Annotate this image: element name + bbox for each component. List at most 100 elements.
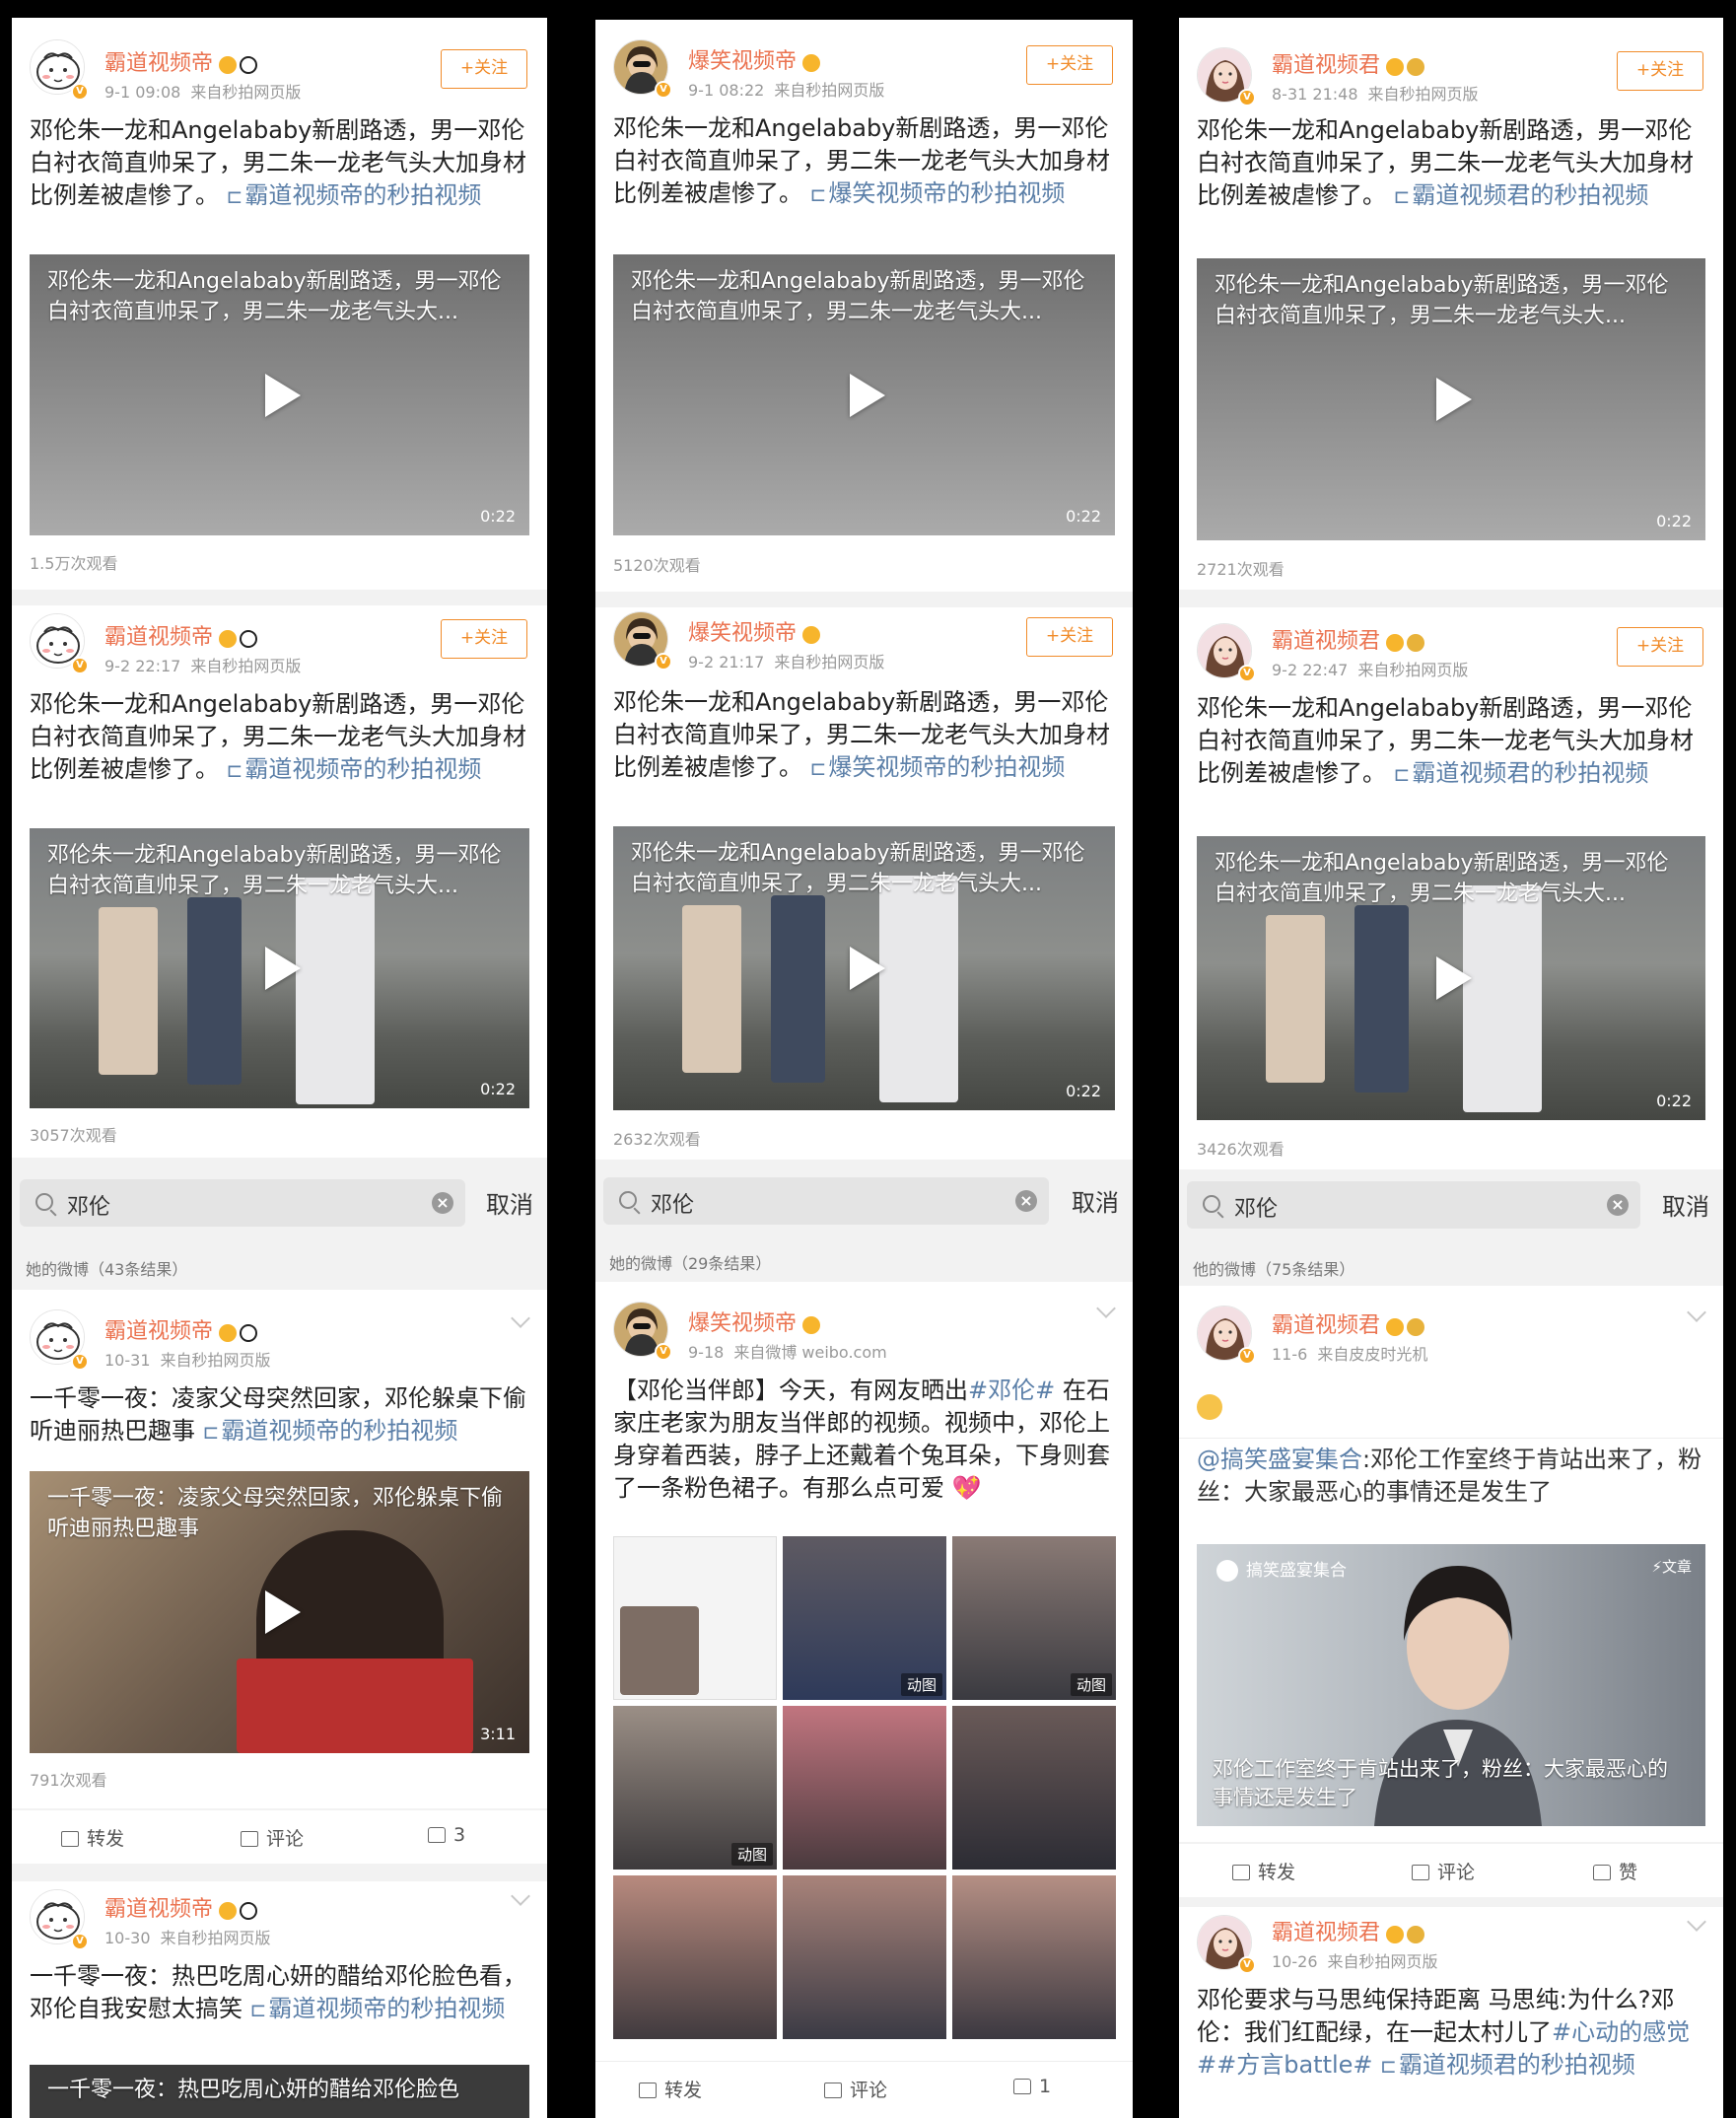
mention-link[interactable]: @搞笑盛宴集合 bbox=[1197, 1446, 1362, 1473]
cancel-button[interactable]: 取消 bbox=[1072, 1183, 1119, 1218]
like-button[interactable]: 1 bbox=[1013, 2076, 1051, 2097]
play-icon[interactable] bbox=[1436, 956, 1472, 1000]
view-count: 3057次观看 bbox=[30, 1126, 117, 1145]
clear-icon[interactable]: × bbox=[432, 1192, 453, 1214]
video-link[interactable]: ⊏霸道视频帝的秒拍视频 bbox=[203, 1417, 458, 1445]
play-icon[interactable] bbox=[264, 1590, 301, 1634]
chevron-down-icon[interactable] bbox=[1096, 1299, 1116, 1318]
video-link[interactable]: ⊏霸道视频帝的秒拍视频 bbox=[227, 755, 482, 783]
member-crown-icon bbox=[1386, 1317, 1405, 1336]
username[interactable]: 霸道视频君 bbox=[1272, 47, 1427, 79]
video-link[interactable]: ⊏霸道视频帝的秒拍视频 bbox=[227, 181, 482, 209]
cancel-button[interactable]: 取消 bbox=[486, 1185, 533, 1220]
video-player[interactable]: 邓伦朱一龙和Angelababy新剧路透，男一邓伦白衬衣简直帅呆了，男二朱一龙老… bbox=[30, 828, 529, 1108]
follow-button[interactable]: +关注 bbox=[441, 619, 527, 659]
video-link[interactable]: ⊏爆笑视频帝的秒拍视频 bbox=[810, 179, 1066, 207]
chevron-down-icon[interactable] bbox=[1687, 1303, 1706, 1322]
clear-icon[interactable]: × bbox=[1015, 1190, 1037, 1212]
chevron-down-icon[interactable] bbox=[1687, 1912, 1706, 1932]
feed-post[interactable]: V 霸道视频君 8-31 21:48 来自秒拍网页版 +关注 邓伦朱一龙和Ange… bbox=[1179, 18, 1723, 590]
video-link[interactable]: ⊏霸道视频君的秒拍视频 bbox=[1394, 759, 1649, 787]
feed-post[interactable]: V 霸道视频帝 9-1 09:08 来自秒拍网页版 +关注 邓伦朱一龙和Angel… bbox=[12, 18, 547, 590]
play-icon[interactable] bbox=[264, 947, 301, 990]
verified-badge-icon: V bbox=[1238, 1347, 1256, 1365]
search-result-post[interactable]: V 爆笑视频帝 9-18 来自微博 weibo.com 【邓伦当伴郎】今天，有网友… bbox=[595, 1282, 1133, 2118]
username[interactable]: 霸道视频帝 bbox=[104, 1891, 260, 1923]
video-player[interactable]: 一千零一夜：热巴吃周心妍的醋给邓伦脸色 bbox=[30, 2065, 529, 2118]
feed-post[interactable]: V 霸道视频帝 9-2 22:17 来自秒拍网页版 +关注 邓伦朱一龙和Angel… bbox=[12, 605, 547, 1158]
hashtag-link[interactable]: #邓伦# bbox=[968, 1377, 1055, 1404]
follow-button[interactable]: +关注 bbox=[1026, 617, 1113, 657]
search-result-post[interactable]: V 霸道视频君 11-6 来自皮皮时光机 @搞笑盛宴集合:邓伦工作室终于肯站出来了… bbox=[1179, 1286, 1723, 1842]
grid-image[interactable]: 动图 bbox=[783, 1536, 946, 1700]
chevron-down-icon[interactable] bbox=[511, 1886, 530, 1906]
like-button[interactable]: 赞 bbox=[1593, 1858, 1637, 1884]
play-icon[interactable] bbox=[849, 373, 885, 417]
search-input[interactable]: 邓伦 × bbox=[1187, 1181, 1640, 1229]
repost-button[interactable]: 转发 bbox=[639, 2076, 702, 2102]
video-link[interactable]: ⊏霸道视频君的秒拍视频 bbox=[1394, 181, 1649, 209]
username[interactable]: 爆笑视频帝 bbox=[688, 1306, 823, 1337]
comment-button[interactable]: 评论 bbox=[1412, 1858, 1475, 1884]
chevron-down-icon[interactable] bbox=[511, 1308, 530, 1328]
video-link[interactable]: ⊏霸道视频帝的秒拍视频 bbox=[250, 1995, 506, 2022]
username[interactable]: 霸道视频帝 bbox=[104, 619, 260, 651]
panda-icon bbox=[240, 1323, 258, 1342]
follow-button[interactable]: +关注 bbox=[441, 49, 527, 89]
grid-image[interactable] bbox=[783, 1875, 946, 2039]
username[interactable]: 霸道视频君 bbox=[1272, 1915, 1427, 1946]
like-button[interactable]: 3 bbox=[428, 1824, 465, 1846]
grid-image[interactable] bbox=[783, 1706, 946, 1870]
verified-badge-icon: V bbox=[655, 81, 672, 99]
follow-button[interactable]: +关注 bbox=[1617, 627, 1703, 667]
video-link[interactable]: ⊏霸道视频君的秒拍视频 bbox=[1380, 2051, 1635, 2079]
image-grid[interactable]: 动图 动图 动图 bbox=[613, 1536, 1119, 2039]
username[interactable]: 霸道视频君 bbox=[1272, 1307, 1427, 1339]
feed-post[interactable]: V 爆笑视频帝 9-2 21:17 来自秒拍网页版 +关注 邓伦朱一龙和Angel… bbox=[595, 607, 1133, 1160]
video-player[interactable]: 邓伦朱一龙和Angelababy新剧路透，男一邓伦白衬衣简直帅呆了，男二朱一龙老… bbox=[613, 254, 1115, 535]
video-player[interactable]: 邓伦朱一龙和Angelababy新剧路透，男一邓伦白衬衣简直帅呆了，男二朱一龙老… bbox=[1197, 258, 1705, 540]
repost-button[interactable]: 转发 bbox=[61, 1824, 124, 1851]
video-link-icon: ⊏ bbox=[1393, 762, 1411, 786]
follow-button[interactable]: +关注 bbox=[1617, 51, 1703, 91]
play-icon[interactable] bbox=[264, 373, 301, 417]
username[interactable]: 爆笑视频帝 bbox=[688, 615, 823, 647]
search-input[interactable]: 邓伦 × bbox=[20, 1179, 465, 1227]
search-result-post[interactable]: V 霸道视频帝 10-30 来自秒拍网页版 一千零一夜：热巴吃周心妍的醋给邓伦脸色… bbox=[12, 1881, 547, 2118]
article-card[interactable]: 搞笑盛宴集合 ⚡文章 邓伦工作室终于肯站出来了，粉丝：大家最恶心的事情还是发生了 bbox=[1197, 1544, 1705, 1826]
play-icon[interactable] bbox=[1436, 378, 1472, 421]
grid-image[interactable] bbox=[613, 1536, 777, 1700]
repost-button[interactable]: 转发 bbox=[1232, 1858, 1295, 1884]
follow-button[interactable]: +关注 bbox=[1026, 45, 1113, 85]
grid-image[interactable] bbox=[952, 1875, 1116, 2039]
post-meta: 10-31 来自秒拍网页版 bbox=[104, 1351, 271, 1370]
play-icon[interactable] bbox=[849, 947, 885, 990]
username[interactable]: 霸道视频君 bbox=[1272, 623, 1427, 655]
video-player[interactable]: 邓伦朱一龙和Angelababy新剧路透，男一邓伦白衬衣简直帅呆了，男二朱一龙老… bbox=[30, 254, 529, 535]
panda-icon bbox=[240, 1901, 258, 1920]
search-result-post[interactable]: V 霸道视频君 10-26 来自秒拍网页版 邓伦要求与马思纯保持距离 马思纯:为什… bbox=[1179, 1907, 1723, 2118]
username[interactable]: 霸道视频帝 bbox=[104, 1313, 260, 1345]
cancel-button[interactable]: 取消 bbox=[1662, 1187, 1709, 1222]
search-input[interactable]: 邓伦 × bbox=[603, 1177, 1049, 1225]
username[interactable]: 霸道视频帝 bbox=[104, 45, 260, 77]
video-player[interactable]: 邓伦朱一龙和Angelababy新剧路透，男一邓伦白衬衣简直帅呆了，男二朱一龙老… bbox=[1197, 836, 1705, 1120]
grid-image[interactable] bbox=[952, 1706, 1116, 1870]
video-link[interactable]: ⊏爆笑视频帝的秒拍视频 bbox=[810, 753, 1066, 781]
clear-icon[interactable]: × bbox=[1607, 1194, 1629, 1216]
video-player[interactable]: 邓伦朱一龙和Angelababy新剧路透，男一邓伦白衬衣简直帅呆了，男二朱一龙老… bbox=[613, 826, 1115, 1110]
gold-medal-icon bbox=[1407, 633, 1425, 652]
member-crown-icon bbox=[219, 629, 238, 648]
feed-post[interactable]: V 爆笑视频帝 9-1 08:22 来自秒拍网页版 +关注 邓伦朱一龙和Angel… bbox=[595, 20, 1133, 592]
video-player[interactable]: 一千零一夜：凌家父母突然回家，邓伦躲桌下偷听迪丽热巴趣事 3:11 bbox=[30, 1471, 529, 1753]
grid-image[interactable] bbox=[613, 1875, 777, 2039]
comment-button[interactable]: 评论 bbox=[824, 2076, 887, 2102]
search-result-post[interactable]: V 霸道视频帝 10-31 来自秒拍网页版 一千零一夜：凌家父母突然回家，邓伦躲桌… bbox=[12, 1290, 547, 1808]
grid-image[interactable]: 动图 bbox=[952, 1536, 1116, 1700]
comment-button[interactable]: 评论 bbox=[241, 1824, 304, 1851]
grid-image[interactable]: 动图 bbox=[613, 1706, 777, 1870]
post-meta: 9-2 21:17 来自秒拍网页版 bbox=[688, 653, 885, 671]
screenshot-column-1: V 霸道视频帝 9-1 09:08 来自秒拍网页版 +关注 邓伦朱一龙和Angel… bbox=[12, 0, 547, 2118]
feed-post[interactable]: V 霸道视频君 9-2 22:47 来自秒拍网页版 +关注 邓伦朱一龙和Angel… bbox=[1179, 607, 1723, 1169]
username[interactable]: 爆笑视频帝 bbox=[688, 43, 823, 75]
